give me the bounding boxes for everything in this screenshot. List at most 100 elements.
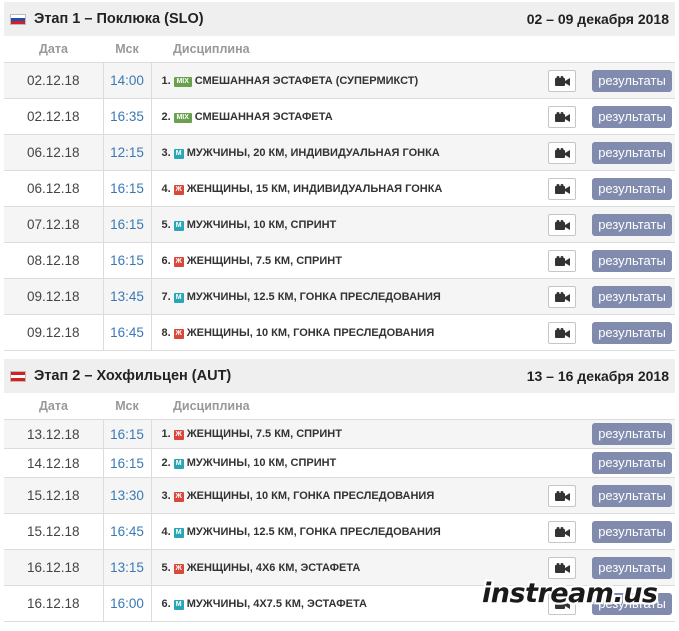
event-number: 7.	[161, 290, 171, 303]
men-badge: М	[173, 527, 184, 538]
table-row: 09.12.18 13:45 7. М МУЖЧИНЫ, 12.5 КМ, ГОНКА …	[4, 278, 675, 315]
results-cell: результаты	[588, 98, 675, 135]
stage-1: Этап 1 – Поклюка (SLO) 02 – 09 декабря 2…	[4, 2, 675, 351]
stage-title-wrap: Этап 2 – Хохфильцен (AUT)	[10, 368, 231, 384]
women-badge: Ж	[173, 184, 184, 195]
table-row: 02.12.18 16:35 2. MIX СМЕШАННАЯ ЭСТАФЕТА резу…	[4, 98, 675, 135]
video-cell	[535, 134, 588, 171]
video-button[interactable]	[547, 556, 576, 579]
event-time: 13:45	[103, 278, 152, 315]
results-button[interactable]: результаты	[592, 556, 672, 579]
event-date: 06.12.18	[4, 134, 104, 171]
video-cell	[535, 206, 588, 243]
event-discipline: ЖЕНЩИНЫ, 4Х6 КМ, ЭСТАФЕТА	[186, 561, 361, 574]
video-cell	[535, 62, 588, 99]
event-discipline: ЖЕНЩИНЫ, 15 КМ, ИНДИВИДУАЛЬНАЯ ГОНКА	[186, 182, 443, 195]
schedule-table: Дата Мск Дисциплина 02.12.18 14:00 1. MIX СМ…	[4, 36, 675, 351]
results-cell: результаты	[588, 170, 675, 207]
event-discipline: ЖЕНЩИНЫ, 7.5 КМ, СПРИНТ	[186, 254, 342, 267]
results-cell: результаты	[588, 206, 675, 243]
col-header-discipline: Дисциплина	[151, 36, 535, 63]
video-cell	[535, 170, 588, 207]
results-button[interactable]: результаты	[592, 105, 672, 128]
men-badge: М	[173, 459, 184, 469]
video-button[interactable]	[547, 69, 576, 92]
table-row: 06.12.18 12:15 3. М МУЖЧИНЫ, 20 КМ, ИНДИВИДУ…	[4, 134, 675, 171]
video-cell	[535, 314, 588, 351]
results-button[interactable]: результаты	[592, 285, 672, 308]
event-discipline: МУЖЧИНЫ, 12.5 КМ, ГОНКА ПРЕСЛЕДОВАНИЯ	[186, 290, 441, 303]
men-badge: М	[173, 148, 184, 159]
table-row: 15.12.18 16:45 4. М МУЖЧИНЫ, 12.5 КМ, ГОНКА …	[4, 513, 675, 550]
event-discipline-cell: 5. М МУЖЧИНЫ, 10 КМ, СПРИНТ	[151, 206, 535, 243]
video-cell	[535, 513, 588, 550]
table-row: 13.12.18 16:15 1. Ж ЖЕНЩИНЫ, 7.5 КМ, СПРИНТ р…	[4, 419, 675, 449]
event-time: 16:15	[103, 448, 152, 478]
video-button[interactable]	[547, 520, 576, 543]
video-cell	[535, 278, 588, 315]
event-date: 15.12.18	[4, 513, 104, 550]
video-cell	[535, 477, 588, 514]
video-button[interactable]	[547, 285, 576, 308]
results-button[interactable]: результаты	[592, 321, 672, 344]
event-discipline-cell: 7. М МУЖЧИНЫ, 12.5 КМ, ГОНКА ПРЕСЛЕДОВАНИЯ	[151, 278, 535, 315]
watermark-text: instream.us	[482, 578, 658, 609]
women-badge: Ж	[173, 256, 184, 267]
event-time: 16:00	[103, 585, 152, 622]
event-discipline: МУЖЧИНЫ, 10 КМ, СПРИНТ	[186, 457, 337, 469]
table-header-row: Дата Мск Дисциплина	[4, 36, 675, 63]
event-number: 1.	[161, 428, 171, 440]
video-button[interactable]	[547, 141, 576, 164]
video-button[interactable]	[547, 213, 576, 236]
results-button[interactable]: результаты	[592, 141, 672, 164]
video-button[interactable]	[547, 105, 576, 128]
event-date: 02.12.18	[4, 62, 104, 99]
event-time: 16:45	[103, 314, 152, 351]
event-discipline-cell: 4. М МУЖЧИНЫ, 12.5 КМ, ГОНКА ПРЕСЛЕДОВАНИЯ	[151, 513, 535, 550]
video-button[interactable]	[547, 321, 576, 344]
results-button[interactable]: результаты	[592, 69, 672, 92]
event-discipline: МУЖЧИНЫ, 10 КМ, СПРИНТ	[186, 218, 337, 231]
results-button[interactable]: результаты	[592, 452, 672, 474]
table-row: 02.12.18 14:00 1. MIX СМЕШАННАЯ ЭСТАФЕТА (СУ…	[4, 62, 675, 99]
results-button[interactable]: результаты	[592, 520, 672, 543]
results-cell: результаты	[588, 278, 675, 315]
stage-title: Этап 2 – Хохфильцен (AUT)	[34, 368, 232, 384]
results-cell: результаты	[588, 448, 675, 478]
event-date: 07.12.18	[4, 206, 104, 243]
event-discipline-cell: 3. Ж ЖЕНЩИНЫ, 10 КМ, ГОНКА ПРЕСЛЕДОВАНИЯ	[151, 477, 535, 514]
flag-austria-icon	[10, 370, 26, 382]
event-number: 3.	[161, 146, 171, 159]
video-button[interactable]	[547, 177, 576, 200]
results-cell: результаты	[588, 134, 675, 171]
table-row: 08.12.18 16:15 6. Ж ЖЕНЩИНЫ, 7.5 КМ, СПРИНТ р…	[4, 242, 675, 279]
event-discipline: ЖЕНЩИНЫ, 7.5 КМ, СПРИНТ	[186, 428, 342, 440]
event-time: 13:15	[103, 549, 152, 586]
video-button[interactable]	[547, 484, 576, 507]
event-number: 3.	[161, 489, 171, 502]
table-row: 15.12.18 13:30 3. Ж ЖЕНЩИНЫ, 10 КМ, ГОНКА ПР…	[4, 477, 675, 514]
event-time: 16:45	[103, 513, 152, 550]
event-discipline: СМЕШАННАЯ ЭСТАФЕТА (СУПЕРМИКСТ)	[194, 74, 419, 87]
event-number: 6.	[161, 597, 171, 610]
event-time: 12:15	[103, 134, 152, 171]
women-badge: Ж	[173, 328, 184, 339]
event-time: 13:30	[103, 477, 152, 514]
results-cell: результаты	[588, 513, 675, 550]
men-badge: М	[173, 220, 184, 231]
event-discipline-cell: 6. М МУЖЧИНЫ, 4Х7.5 КМ, ЭСТАФЕТА	[151, 585, 535, 622]
col-header-discipline: Дисциплина	[151, 393, 535, 420]
results-button[interactable]: результаты	[592, 177, 672, 200]
women-badge: Ж	[173, 491, 184, 502]
col-header-date: Дата	[4, 393, 103, 420]
results-button[interactable]: результаты	[592, 484, 672, 507]
results-button[interactable]: результаты	[592, 249, 672, 272]
event-number: 1.	[161, 74, 171, 87]
event-date: 16.12.18	[4, 549, 104, 586]
event-time: 16:15	[103, 170, 152, 207]
results-button[interactable]: результаты	[592, 213, 672, 236]
event-number: 2.	[161, 457, 171, 469]
video-button[interactable]	[547, 249, 576, 272]
results-button[interactable]: результаты	[592, 423, 672, 445]
event-discipline-cell: 6. Ж ЖЕНЩИНЫ, 7.5 КМ, СПРИНТ	[151, 242, 535, 279]
